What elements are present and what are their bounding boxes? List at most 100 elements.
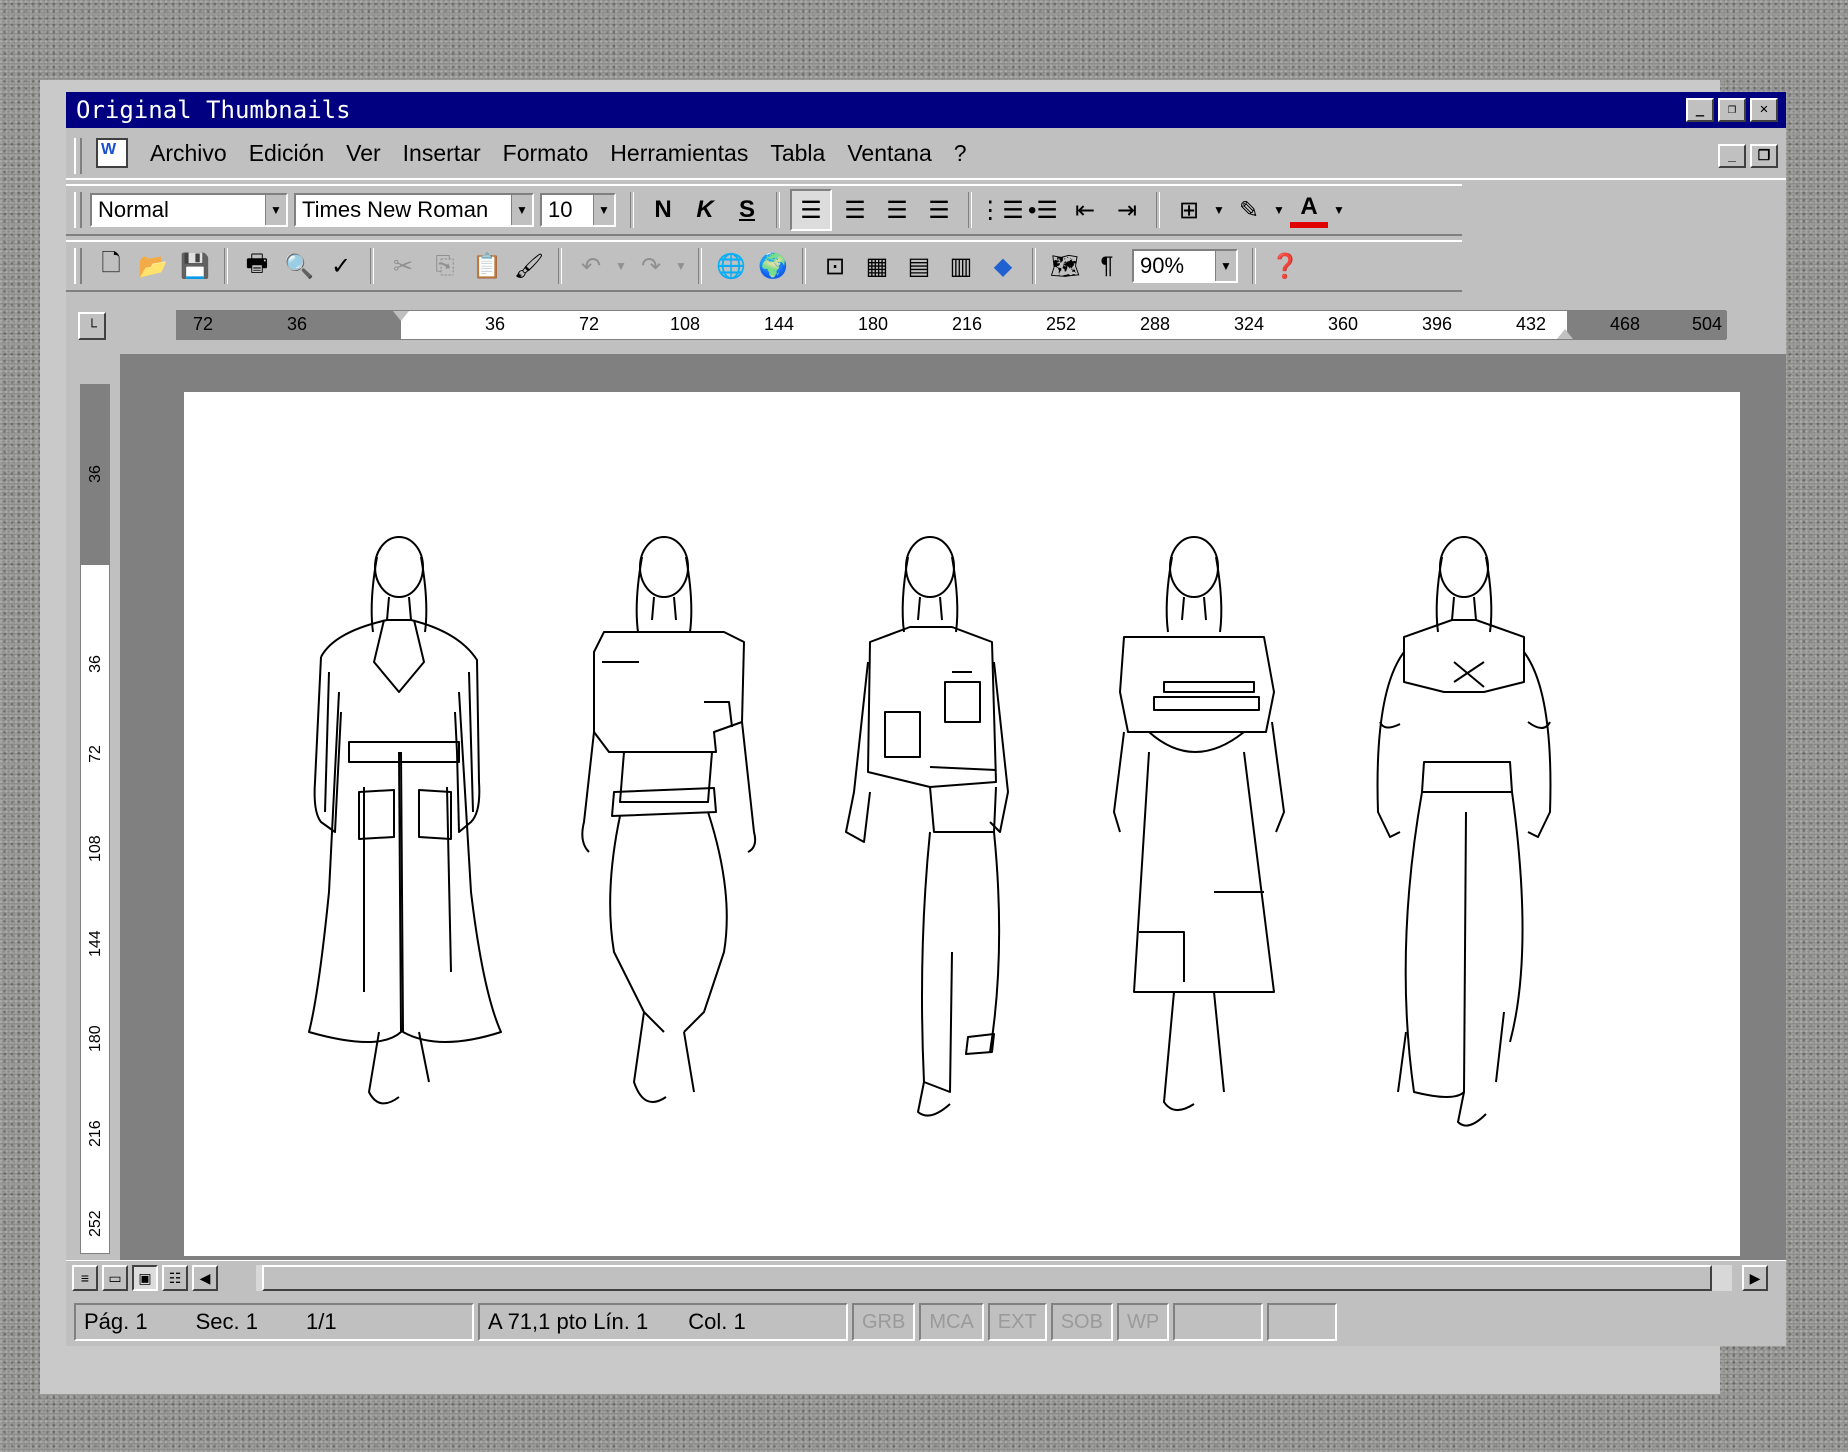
menu-help[interactable]: ? [954,140,967,167]
chevron-down-icon[interactable]: ▼ [593,195,614,225]
tab-selector-icon[interactable]: └ [78,312,106,340]
borders-icon[interactable]: ⊞ [1170,191,1208,229]
ruler-tick-label: 36 [484,314,506,334]
show-formatting-icon[interactable]: ¶ [1088,247,1126,285]
status-section: Sec. 1 [195,1309,258,1334]
fashion-figure-5 [1376,536,1552,1127]
status-ext[interactable]: EXT [987,1303,1047,1341]
numbering-icon[interactable]: ⋮☰ [978,191,1024,229]
chevron-down-icon[interactable]: ▼ [1212,191,1226,229]
align-left-button[interactable]: ☰ [790,189,832,231]
undo-icon[interactable]: ↶ [572,247,610,285]
status-sob[interactable]: SOB [1050,1303,1113,1341]
separator [1252,248,1256,284]
fashion-figure-3 [845,536,1009,1117]
menu-ventana[interactable]: Ventana [847,140,931,167]
status-wp[interactable]: WP [1116,1303,1170,1341]
doc-minimize-button[interactable]: _ [1718,144,1746,168]
open-folder-icon[interactable]: 📂 [134,247,172,285]
redo-icon[interactable]: ↷ [632,247,670,285]
menu-herramientas[interactable]: Herramientas [610,140,748,167]
spelling-icon[interactable]: ✓ [322,247,360,285]
document-page[interactable] [184,392,1740,1256]
minimize-button[interactable]: _ [1686,98,1714,122]
align-right-button[interactable]: ☰ [878,191,916,229]
vruler-label: 144 [87,930,104,957]
drawing-icon[interactable]: ◆ [984,247,1022,285]
ruler-tick-label: 36 [286,314,308,334]
ruler-tick-label: 360 [1327,314,1359,334]
normal-view-button[interactable]: ≡ [72,1265,98,1291]
font-combo[interactable]: Times New Roman ▼ [294,193,534,227]
justify-button[interactable]: ☰ [920,191,958,229]
right-indent-marker[interactable] [1557,329,1573,339]
menu-bar: Archivo Edición Ver Insertar Formato Her… [66,134,1786,180]
office-assistant-icon[interactable]: ❓ [1266,247,1304,285]
save-icon[interactable]: 💾 [176,247,214,285]
increase-indent-icon[interactable]: ⇥ [1108,191,1146,229]
chevron-down-icon[interactable]: ▼ [674,247,688,285]
print-layout-view-button[interactable]: ▣ [132,1265,158,1291]
horizontal-ruler[interactable]: 72 36 36 72 108 144 180 216 252 288 324 … [176,310,1727,340]
scroll-right-button[interactable]: ▶ [1742,1265,1768,1291]
ruler-tick-label: 108 [669,314,701,334]
outline-view-button[interactable]: ☷ [162,1265,188,1291]
document-icon[interactable] [96,138,128,168]
decrease-indent-icon[interactable]: ⇤ [1066,191,1104,229]
web-layout-view-button[interactable]: ▭ [102,1265,128,1291]
highlight-icon[interactable]: ✎ [1230,191,1268,229]
menu-formato[interactable]: Formato [503,140,589,167]
doc-restore-button[interactable]: ❐ [1750,144,1778,168]
chevron-down-icon[interactable]: ▼ [1215,251,1236,281]
print-preview-icon[interactable]: 🔍 [280,247,318,285]
zoom-combo[interactable]: 90% ▼ [1132,249,1238,283]
chevron-down-icon[interactable]: ▼ [265,195,286,225]
menu-tabla[interactable]: Tabla [770,140,825,167]
status-language-cell [1173,1303,1264,1341]
horizontal-scrollbar-area: ≡ ▭ ▣ ☷ ◀ ▶ [66,1260,1786,1295]
cut-icon[interactable]: ✂ [384,247,422,285]
new-document-icon[interactable]: 🗋 [92,247,130,285]
font-size-combo[interactable]: 10 ▼ [540,193,616,227]
format-painter-icon[interactable]: 🖌 [510,247,548,285]
status-grb[interactable]: GRB [852,1303,916,1341]
style-value: Normal [98,197,169,222]
separator [1032,248,1036,284]
style-combo[interactable]: Normal ▼ [90,193,288,227]
insert-excel-icon[interactable]: ▤ [900,247,938,285]
status-position-cell: A 71,1 pto Lín. 1 Col. 1 [478,1303,848,1341]
bullets-icon[interactable]: •☰ [1024,191,1062,229]
hyperlink-icon[interactable]: 🌐 [712,247,750,285]
columns-icon[interactable]: ▥ [942,247,980,285]
chevron-down-icon[interactable]: ▼ [614,247,628,285]
font-value: Times New Roman [302,197,489,222]
tables-borders-icon[interactable]: ⊡ [816,247,854,285]
web-toolbar-icon[interactable]: 🌍 [754,247,792,285]
document-map-icon[interactable]: 🗺 [1046,247,1084,285]
insert-table-icon[interactable]: ▦ [858,247,896,285]
paste-icon[interactable]: 📋 [468,247,506,285]
menu-edicion[interactable]: Edición [249,140,324,167]
vertical-ruler[interactable]: 36 36 72 108 144 180 216 252 [66,354,120,1260]
menu-ver[interactable]: Ver [346,140,381,167]
bold-button[interactable]: N [644,191,682,229]
status-mca[interactable]: MCA [919,1303,984,1341]
restore-button[interactable]: ❐ [1718,98,1746,122]
print-icon[interactable]: 🖶 [238,247,276,285]
underline-button[interactable]: S [728,191,766,229]
menu-archivo[interactable]: Archivo [150,140,227,167]
copy-icon[interactable]: ⎘ [426,247,464,285]
first-line-indent-marker[interactable] [393,311,409,321]
font-color-icon[interactable]: A [1290,192,1328,228]
standard-grip [74,248,82,284]
chevron-down-icon[interactable]: ▼ [1332,191,1346,229]
horizontal-scroll-thumb[interactable] [262,1265,1712,1291]
italic-button[interactable]: K [686,191,724,229]
menu-insertar[interactable]: Insertar [403,140,481,167]
align-center-button[interactable]: ☰ [836,191,874,229]
chevron-down-icon[interactable]: ▼ [1272,191,1286,229]
close-button[interactable]: ✕ [1750,98,1778,122]
scroll-left-button[interactable]: ◀ [192,1265,218,1291]
chevron-down-icon[interactable]: ▼ [511,195,532,225]
document-window-buttons: _ ❐ [1718,144,1778,168]
